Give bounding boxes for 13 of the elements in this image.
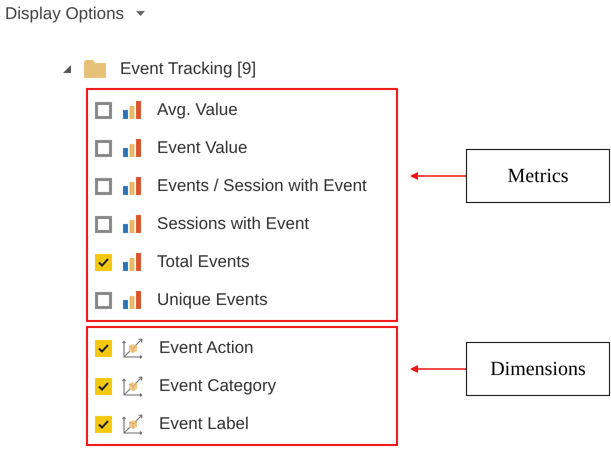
field-label[interactable]: Avg. Value (157, 97, 238, 123)
display-options-label[interactable]: Display Options (5, 0, 124, 26)
field-label[interactable]: Total Events (157, 249, 250, 275)
field-label[interactable]: Event Action (159, 335, 254, 361)
field-label[interactable]: Event Category (159, 373, 276, 399)
tree-node-label[interactable]: Event Tracking [9] (120, 56, 256, 82)
callout-label: Dimensions (466, 342, 610, 396)
field-label[interactable]: Unique Events (157, 287, 268, 313)
field-label[interactable]: Event Label (159, 411, 249, 437)
field-label[interactable]: Events / Session with Event (157, 173, 367, 199)
field-label[interactable]: Event Value (157, 135, 248, 161)
field-label[interactable]: Sessions with Event (157, 211, 310, 237)
callout-label: Metrics (466, 149, 610, 203)
